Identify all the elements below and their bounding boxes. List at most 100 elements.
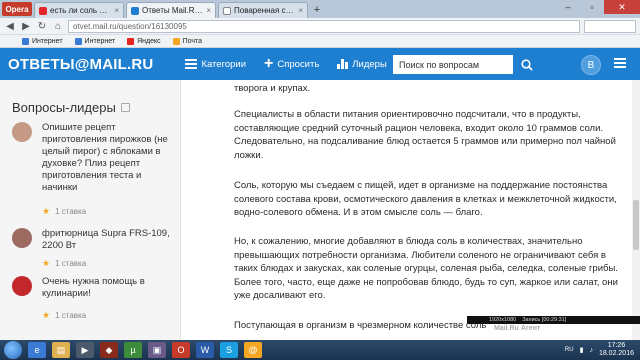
tab-favicon — [223, 6, 231, 15]
site-header: ОТВЕТЫ@MAIL.RU Категории + Спросить Лиде… — [0, 48, 640, 80]
clock-time: 17:26 — [607, 342, 626, 349]
taskbar-game-icon[interactable]: ◆ — [100, 342, 118, 358]
taskbar-explorer-icon[interactable]: ▤ — [52, 342, 70, 358]
mail-agent-logo: Mail.Ru Агент — [494, 325, 541, 332]
bookmark-label: Почта — [182, 37, 203, 45]
page-scrollbar[interactable] — [632, 80, 640, 340]
recording-resolution: 1920x1080 — [489, 317, 517, 323]
question-link[interactable]: Очень нужна помощь в кулинарии! — [42, 276, 172, 300]
browser-tab-bar: Opera есть ли соль в овощах - × Ответы M… — [0, 0, 640, 18]
bookmark-item[interactable]: Интернет — [74, 37, 116, 45]
article-paragraph: Но, к сожалению, многие добавляют в блюд… — [234, 236, 618, 301]
leader-question[interactable]: Очень нужна помощь в кулинарии! ★ 1 став… — [12, 276, 172, 320]
address-bar: ◀ ▶ ↻ ⌂ otvet.mail.ru/question/16130095 — [0, 18, 640, 35]
sidebar: Вопросы-лидеры Опишите рецепт приготовле… — [0, 80, 181, 340]
site-logo[interactable]: ОТВЕТЫ@MAIL.RU — [8, 56, 153, 73]
article-paragraph: творога и крупах. — [234, 83, 311, 94]
scroll-thumb[interactable] — [633, 200, 639, 250]
close-icon[interactable]: × — [114, 6, 119, 15]
star-icon: ★ — [42, 206, 51, 216]
recording-status: Запись [00:29:31] — [522, 317, 567, 323]
mail-icon — [172, 37, 180, 45]
reload-icon[interactable]: ↻ — [36, 21, 48, 32]
taskbar-media-icon[interactable]: ▶ — [76, 342, 94, 358]
taskbar-agent-icon[interactable]: @ — [244, 342, 262, 358]
rating-text: 1 ставка — [55, 259, 87, 268]
browser-search-input[interactable] — [584, 20, 636, 33]
internet-icon — [22, 37, 29, 45]
window-close-icon[interactable]: ✕ — [604, 0, 640, 14]
network-icon[interactable]: ▮ — [580, 346, 584, 354]
rating-text: 1 ставка — [55, 311, 87, 320]
forward-icon[interactable]: ▶ — [20, 21, 32, 32]
leader-question[interactable]: Опишите рецепт приготовления пирожков (н… — [12, 122, 172, 222]
minimize-icon[interactable]: – — [556, 0, 580, 14]
recording-toolbar: 1920x1080 Запись [00:29:31] — [467, 316, 640, 324]
question-link[interactable]: Опишите рецепт приготовления пирожков (н… — [42, 122, 172, 194]
info-icon[interactable] — [120, 103, 130, 112]
tab-favicon — [39, 6, 47, 15]
url-input[interactable]: otvet.mail.ru/question/16130095 — [68, 19, 580, 33]
close-icon[interactable]: × — [298, 6, 303, 15]
sidebar-title: Вопросы-лидеры — [12, 100, 130, 115]
leaders-button[interactable]: Лидеры — [337, 58, 387, 70]
tab-label: Ответы Mail.Ru: Вредно... — [142, 6, 203, 15]
browser-tab-active[interactable]: Ответы Mail.Ru: Вредно... × — [126, 2, 216, 18]
avatar[interactable] — [12, 228, 32, 248]
ask-label: Спросить — [277, 58, 320, 70]
bookmark-label: Интернет — [32, 37, 63, 45]
taskbar-word-icon[interactable]: W — [196, 342, 214, 358]
plus-icon: + — [264, 55, 274, 72]
maximize-icon[interactable]: ▫ — [580, 0, 604, 14]
windows-taskbar: e ▤ ▶ ◆ µ ▣ O W S @ RU ▮ ♪ 17:26 18.02.2… — [0, 340, 640, 360]
close-icon[interactable]: × — [206, 6, 211, 15]
article-paragraph: Специалисты в области питания ориентиров… — [234, 109, 616, 161]
taskbar-ie-icon[interactable]: e — [28, 342, 46, 358]
bookmarks-bar: Интернет Интернет Яндекс Почта — [0, 35, 640, 48]
new-tab-button[interactable]: + — [310, 4, 324, 16]
opera-menu-button[interactable]: Opera — [2, 2, 32, 16]
taskbar-torrent-icon[interactable]: µ — [124, 342, 142, 358]
user-avatar[interactable]: В — [581, 55, 601, 75]
header-nav: Категории + Спросить Лидеры — [161, 55, 387, 72]
taskbar-opera-icon[interactable]: O — [172, 342, 190, 358]
browser-tab[interactable]: есть ли соль в овощах - × — [34, 2, 124, 18]
bookmark-item[interactable]: Яндекс — [127, 37, 161, 45]
question-rating: ★ 1 ставка — [42, 206, 86, 217]
ask-button[interactable]: + Спросить — [264, 55, 320, 72]
star-icon: ★ — [42, 310, 51, 320]
bookmark-label: Интернет — [84, 37, 116, 45]
tab-label: есть ли соль в овощах - — [50, 6, 111, 15]
avatar[interactable] — [12, 276, 32, 296]
home-icon[interactable]: ⌂ — [52, 21, 64, 32]
bookmark-item[interactable]: Почта — [172, 37, 203, 45]
clock-date: 18.02.2016 — [598, 350, 634, 357]
bookmark-item[interactable]: Интернет — [22, 37, 63, 45]
browser-tab[interactable]: Поваренная соль — Вик... × — [218, 2, 308, 18]
window-controls: – ▫ ✕ — [556, 0, 640, 16]
search-button[interactable] — [516, 55, 537, 74]
leaders-bars-icon — [337, 59, 349, 69]
leader-question[interactable]: фритюрница Supra FRS-109, 2200 Вт ★ 1 ст… — [12, 228, 172, 268]
taskbar-app-icon[interactable]: ▣ — [148, 342, 166, 358]
answer-content: творога и крупах. Специалисты в области … — [182, 80, 640, 340]
leaders-label: Лидеры — [352, 58, 387, 70]
avatar[interactable] — [12, 122, 32, 142]
taskbar-clock[interactable]: 17:26 18.02.2016 — [599, 342, 634, 358]
volume-icon[interactable]: ♪ — [589, 347, 593, 354]
menu-icon[interactable] — [614, 58, 626, 68]
categories-button[interactable]: Категории — [185, 59, 246, 70]
taskbar-skype-icon[interactable]: S — [220, 342, 238, 358]
language-indicator[interactable]: RU — [565, 347, 574, 353]
question-search-input[interactable]: Поиск по вопросам — [393, 55, 513, 74]
search-icon — [520, 58, 533, 71]
system-tray: RU ▮ ♪ 17:26 18.02.2016 — [565, 342, 634, 358]
question-link[interactable]: фритюрница Supra FRS-109, 2200 Вт — [42, 228, 172, 252]
rating-text: 1 ставка — [55, 207, 87, 216]
bookmark-label: Яндекс — [137, 37, 161, 45]
start-button[interactable] — [4, 341, 22, 359]
question-rating: ★ 1 ставка — [42, 310, 86, 321]
categories-label: Категории — [201, 58, 247, 70]
back-icon[interactable]: ◀ — [4, 21, 16, 32]
tab-label: Поваренная соль — Вик... — [234, 6, 295, 15]
